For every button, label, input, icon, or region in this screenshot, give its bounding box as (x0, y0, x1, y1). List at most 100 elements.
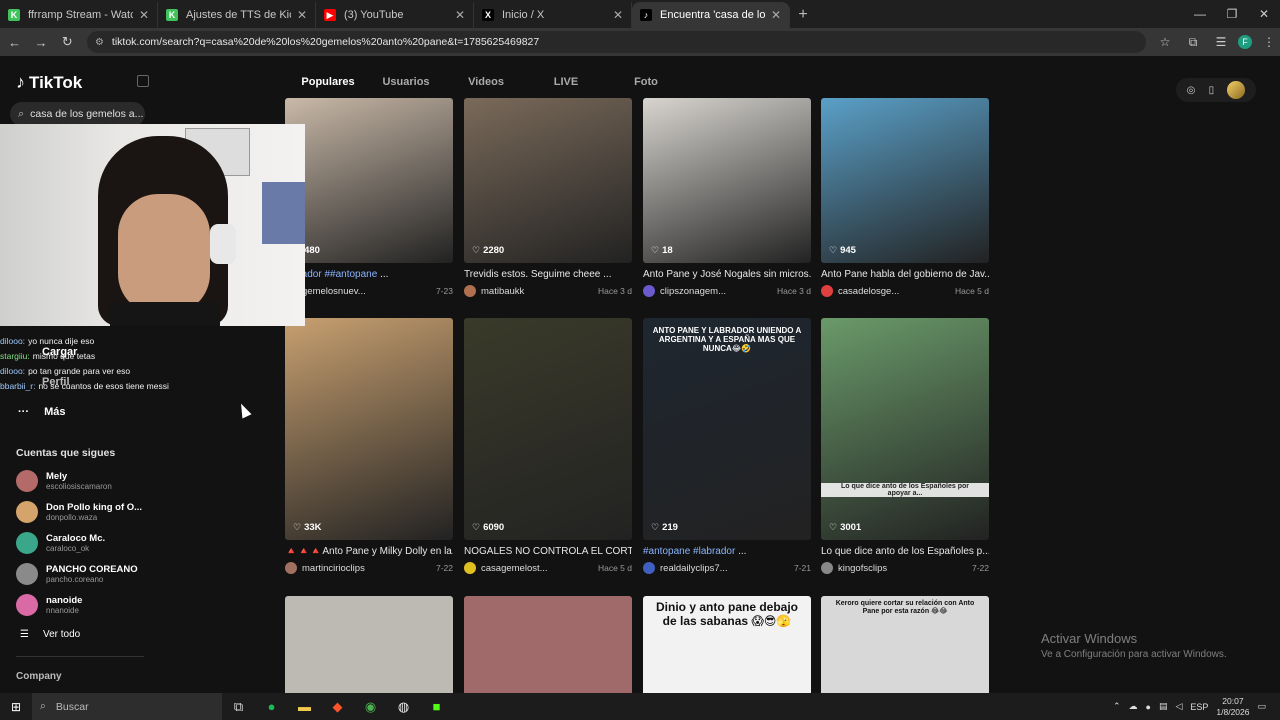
extensions-icon[interactable]: ⧉ (1182, 31, 1204, 53)
channel-avatar[interactable] (821, 285, 833, 297)
following-account[interactable]: nanoide nnanoide (16, 592, 82, 618)
menu-kebab-icon[interactable]: ⋮ (1258, 31, 1280, 53)
video-card[interactable]: Keroro quiere cortar su relación con Ant… (821, 596, 989, 693)
profile-avatar[interactable]: F (1238, 35, 1252, 49)
video-card[interactable]: ANTO PANE Y LABRADOR UNIENDO A ARGENTINA… (643, 318, 811, 574)
video-title[interactable]: Lo que dice anto de los Españoles p... (821, 546, 989, 557)
video-card[interactable] (285, 596, 453, 693)
tab-close-icon[interactable]: ✕ (139, 8, 149, 22)
following-account[interactable]: Caraloco Mc. caraloco_ok (16, 530, 105, 556)
video-thumbnail[interactable]: ♡ 945 (821, 98, 989, 263)
nav-mas[interactable]: ··· Más (18, 406, 65, 418)
device-icon[interactable]: ▯ (1209, 85, 1215, 96)
kick-icon[interactable]: ■ (420, 693, 453, 720)
user-avatar[interactable] (1227, 81, 1246, 99)
company-link[interactable]: Company (16, 671, 62, 682)
video-thumbnail[interactable]: ANTO PANE Y LABRADOR UNIENDO A ARGENTINA… (643, 318, 811, 540)
coins-icon[interactable]: ◎ (1187, 85, 1196, 96)
tray-chevron-icon[interactable]: ⌃ (1113, 701, 1121, 712)
channel-name[interactable]: martincirioclips (302, 563, 432, 574)
video-card[interactable]: ♡480 labrador ##antopane ... gemelosnuev..… (285, 98, 453, 297)
video-card[interactable]: ♡ 18 Anto Pane y José Nogales sin micros..… (643, 98, 811, 297)
maximize-button[interactable]: ❐ (1216, 0, 1248, 28)
video-card[interactable]: ♡ 6090 NOGALES NO CONTROLA EL CORTI... casa… (464, 318, 632, 574)
volume-icon[interactable]: ◁ (1175, 701, 1182, 712)
video-title[interactable]: Anto Pane habla del gobierno de Jav... (821, 269, 989, 280)
following-account[interactable]: PANCHO COREANO pancho.coreano (16, 561, 138, 587)
tab-close-icon[interactable]: ✕ (613, 8, 623, 22)
browser-tab[interactable]: X Inicio / X ✕ (474, 2, 632, 28)
network-icon[interactable]: ▤ (1159, 701, 1168, 712)
start-button[interactable]: ⊞ (0, 693, 32, 720)
video-thumbnail[interactable]: Keroro quiere cortar su relación con Ant… (821, 596, 989, 693)
tab-live[interactable]: LIVE (526, 76, 606, 88)
browser-tab[interactable]: Kffrramp Stream - Watch Live on ✕ (0, 2, 158, 28)
clock[interactable]: 20:07 1/8/2026 (1216, 696, 1249, 718)
url-bar[interactable]: ⚙ tiktok.com/search?q=casa%20de%20los%20… (86, 31, 1146, 53)
tab-close-icon[interactable]: ✕ (771, 8, 781, 22)
video-title[interactable]: #antopane #labrador ... (643, 546, 811, 557)
obs-icon[interactable]: ◍ (387, 693, 420, 720)
video-thumbnail[interactable]: ♡ 6090 (464, 318, 632, 540)
minimize-button[interactable]: — (1184, 0, 1216, 28)
brave-icon[interactable]: ◆ (321, 693, 354, 720)
channel-avatar[interactable] (643, 562, 655, 574)
following-account[interactable]: Mely escoliosiscamaron (16, 468, 112, 494)
video-card[interactable]: Lo que dice anto de los Españoles por ap… (821, 318, 989, 574)
channel-avatar[interactable] (821, 562, 833, 574)
video-thumbnail[interactable]: ♡ 2280 (464, 98, 632, 263)
channel-name[interactable]: matibaukk (481, 286, 594, 297)
video-thumbnail[interactable]: ♡ 18 (643, 98, 811, 263)
video-thumbnail[interactable]: ♡ 33K (285, 318, 453, 540)
spotify-icon[interactable]: ● (255, 693, 288, 720)
channel-name[interactable]: casadelosge... (838, 286, 951, 297)
tab-populares[interactable]: Populares (290, 76, 366, 88)
video-thumbnail[interactable]: Lo que dice anto de los Españoles por ap… (821, 318, 989, 540)
browser-tab[interactable]: ▶ (3) YouTube ✕ (316, 2, 474, 28)
bookmark-star-icon[interactable]: ☆ (1154, 31, 1176, 53)
video-thumbnail[interactable] (464, 596, 632, 693)
taskbar-search[interactable]: ⌕ Buscar (32, 693, 222, 720)
task-view-icon[interactable]: ⧉ (222, 693, 255, 720)
ver-todo-link[interactable]: ☰ Ver todo (20, 629, 80, 640)
channel-avatar[interactable] (464, 562, 476, 574)
site-info-icon[interactable]: ⚙ (95, 37, 104, 48)
back-button[interactable]: ← (3, 30, 26, 54)
channel-name[interactable]: clipszonagem... (660, 286, 773, 297)
tab-close-icon[interactable]: ✕ (297, 8, 307, 22)
video-card[interactable]: Dinio y anto pane debajo de las sabanas … (643, 596, 811, 693)
collapse-sidebar-icon[interactable] (137, 75, 149, 87)
tab-foto[interactable]: Foto (606, 76, 686, 88)
video-title[interactable]: Trevidis estos. Seguime cheee ... (464, 269, 632, 280)
cloud-icon[interactable]: ☁ (1129, 701, 1138, 712)
reload-button[interactable]: ↻ (56, 30, 79, 54)
video-thumbnail[interactable]: ♡480 (285, 98, 453, 263)
video-thumbnail[interactable] (285, 596, 453, 693)
tiktok-logo[interactable]: ♪ TikTok (16, 72, 82, 93)
channel-name[interactable]: kingofsclips (838, 563, 968, 574)
notifications-icon[interactable]: ▭ (1257, 701, 1266, 712)
file-explorer-icon[interactable]: ▬ (288, 693, 321, 720)
tab-videos[interactable]: Videos (446, 76, 526, 88)
video-thumbnail[interactable]: Dinio y anto pane debajo de las sabanas … (643, 596, 811, 693)
tab-usuarios[interactable]: Usuarios (366, 76, 446, 88)
video-title[interactable]: labrador ##antopane ... (285, 269, 453, 280)
video-card[interactable]: ♡ 2280 Trevidis estos. Seguime cheee ... ma… (464, 98, 632, 297)
video-title[interactable]: Anto Pane y José Nogales sin micros... (643, 269, 811, 280)
following-account[interactable]: Don Pollo king of O... donpollo.waza (16, 499, 142, 525)
video-title[interactable]: NOGALES NO CONTROLA EL CORTI... (464, 546, 632, 557)
video-card[interactable]: ♡ 945 Anto Pane habla del gobierno de Jav.… (821, 98, 989, 297)
browser-tab[interactable]: ♪ Encuentra 'casa de los gemelos ✕ (632, 2, 790, 28)
new-tab-button[interactable]: + (790, 2, 816, 28)
chrome-icon[interactable]: ◉ (354, 693, 387, 720)
language-indicator[interactable]: ESP (1190, 702, 1208, 712)
channel-avatar[interactable] (285, 562, 297, 574)
mic-icon[interactable]: ● (1146, 702, 1151, 712)
channel-name[interactable]: realdailyclips7... (660, 563, 790, 574)
video-card[interactable]: ♡ 33K 🔺🔺🔺Anto Pane y Milky Dolly en la... m… (285, 318, 453, 574)
forward-button[interactable]: → (29, 30, 52, 54)
close-window-button[interactable]: ✕ (1248, 0, 1280, 28)
channel-name[interactable]: casagemelost... (481, 563, 594, 574)
channel-avatar[interactable] (643, 285, 655, 297)
search-input[interactable]: ⌕ casa de los gemelos a... (10, 102, 145, 126)
